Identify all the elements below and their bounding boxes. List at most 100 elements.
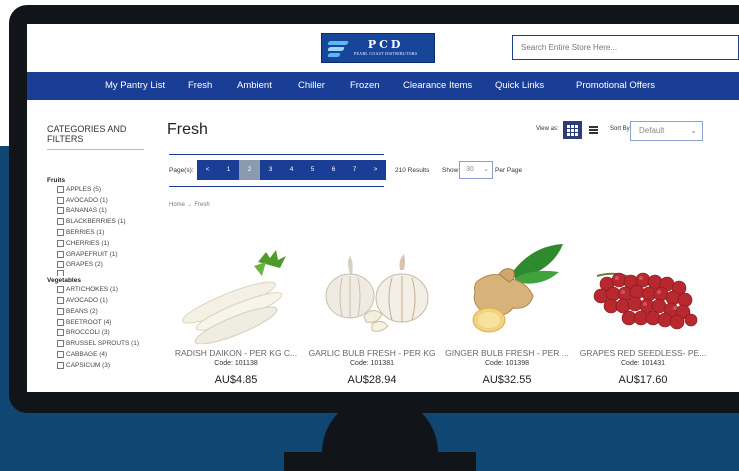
- checkbox[interactable]: [57, 250, 64, 258]
- filter-item[interactable]: CAPSICUM (3): [47, 360, 152, 371]
- ginger-image[interactable]: [441, 234, 573, 344]
- product-card[interactable]: GINGER BULB FRESH - PER ... Code: 101398…: [441, 234, 573, 392]
- nav-item-quick-links[interactable]: Quick Links: [495, 72, 544, 100]
- filter-item[interactable]: GRAPES (2): [47, 260, 152, 271]
- product-price: AU$4.85: [214, 374, 258, 386]
- view-as-label: View as:: [536, 126, 559, 132]
- filter-item[interactable]: APPLES (5): [47, 184, 152, 195]
- logo-swoosh-icon: [327, 39, 350, 57]
- nav-item-chiller[interactable]: Chiller: [298, 72, 325, 100]
- nav-item-promotional-offers[interactable]: Promotional Offers: [576, 72, 655, 100]
- filter-item[interactable]: BLACKBERRIES (1): [47, 216, 152, 227]
- sidebar: CATEGORIES AND FILTERS Fruits APPLES (5)…: [47, 124, 152, 392]
- sort-select[interactable]: Default ⌄: [630, 121, 703, 141]
- filter-item[interactable]: BERRIES (1): [47, 227, 152, 238]
- filter-item[interactable]: GRAPEFRUIT (1): [47, 249, 152, 260]
- product-card[interactable]: RADISH DAIKON - PER KG C... Code: 101138…: [170, 234, 302, 392]
- garlic-image[interactable]: [306, 234, 438, 344]
- filter-label: BEANS (2): [66, 307, 98, 315]
- checkbox[interactable]: [57, 318, 64, 326]
- show-label: Show: [442, 167, 459, 174]
- filter-group-vegetables: Vegetables: [47, 277, 81, 285]
- filter-item[interactable]: BEANS (2): [47, 306, 152, 317]
- filter-label: CAPSICUM (3): [66, 361, 111, 369]
- checkbox[interactable]: [57, 229, 64, 237]
- checkbox[interactable]: [57, 297, 64, 305]
- nav-item-clearance-items[interactable]: Clearance Items: [403, 72, 472, 100]
- per-page-select[interactable]: 30 ⌄: [459, 161, 493, 179]
- main-nav: My Pantry List Fresh Ambient Chiller Fro…: [27, 72, 739, 100]
- pager-page-7[interactable]: 7: [344, 160, 365, 180]
- filter-item[interactable]: CHERRIES (1): [47, 238, 152, 249]
- sort-by-label: Sort By: [610, 126, 630, 132]
- product-code: Code: 101381: [350, 360, 394, 367]
- daikon-radish-image[interactable]: [170, 234, 302, 344]
- product-card[interactable]: GARLIC BULB FRESH - PER KG Code: 101381 …: [306, 234, 438, 392]
- pager-page-5[interactable]: 5: [302, 160, 323, 180]
- filter-item[interactable]: BEETROOT (4): [47, 317, 152, 328]
- pager-prev-button[interactable]: <: [197, 160, 218, 180]
- pager-page-1[interactable]: 1: [218, 160, 239, 180]
- logo-title: PCD: [367, 38, 404, 51]
- filter-label: CABBAGE (4): [66, 351, 108, 359]
- checkbox[interactable]: [57, 340, 64, 348]
- list-view-icon[interactable]: [589, 126, 598, 134]
- product-price: AU$32.55: [482, 374, 532, 386]
- red-grapes-image[interactable]: [577, 234, 709, 344]
- pager-page-4[interactable]: 4: [281, 160, 302, 180]
- pager-page-6[interactable]: 6: [323, 160, 344, 180]
- product-code: Code: 101398: [485, 360, 529, 367]
- checkbox[interactable]: [57, 351, 64, 359]
- filter-label: ARTICHOKES (1): [66, 286, 118, 294]
- grid-view-icon[interactable]: [563, 121, 582, 139]
- checkbox[interactable]: [57, 270, 64, 277]
- chevron-down-icon: ⌄: [690, 126, 697, 135]
- checkbox[interactable]: [57, 218, 64, 226]
- product-card[interactable]: GRAPES RED SEEDLESS- PE... Code: 101431 …: [577, 234, 709, 392]
- search-input[interactable]: [512, 35, 739, 60]
- pager-page-2-active[interactable]: 2: [239, 160, 260, 180]
- product-price: AU$28.94: [347, 374, 397, 386]
- sidebar-divider: [47, 149, 144, 150]
- checkbox[interactable]: [57, 307, 64, 315]
- breadcrumb[interactable]: Home → Fresh: [169, 202, 210, 208]
- checkbox[interactable]: [57, 286, 64, 294]
- filter-item[interactable]: BANANAS (1): [47, 206, 152, 217]
- filter-label: BEETROOT (4): [66, 318, 112, 326]
- results-count: 210 Results: [395, 167, 430, 174]
- filter-item-clipped[interactable]: [47, 270, 152, 277]
- filter-item[interactable]: BRUSSEL SPROUTS (1): [47, 338, 152, 349]
- nav-item-my-pantry-list[interactable]: My Pantry List: [105, 72, 165, 100]
- pages-label: Page(s):: [169, 167, 194, 174]
- monitor-screen: PCD PEARL COAST DISTRIBUTORS My Pantry L…: [27, 24, 739, 392]
- product-name[interactable]: GARLIC BULB FRESH - PER KG: [306, 348, 438, 358]
- product-name[interactable]: GINGER BULB FRESH - PER ...: [441, 348, 573, 358]
- checkbox[interactable]: [57, 196, 64, 204]
- filter-item[interactable]: AVOCADO (1): [47, 295, 152, 306]
- checkbox[interactable]: [57, 207, 64, 215]
- filter-item[interactable]: CABBAGE (4): [47, 349, 152, 360]
- checkbox[interactable]: [57, 361, 64, 369]
- nav-item-frozen[interactable]: Frozen: [350, 72, 380, 100]
- chevron-down-icon: ⌄: [483, 166, 489, 173]
- pcd-logo[interactable]: PCD PEARL COAST DISTRIBUTORS: [321, 33, 435, 63]
- filter-item[interactable]: AVOCADO (1): [47, 195, 152, 206]
- filter-label: BANANAS (1): [66, 207, 107, 215]
- pager-next-button[interactable]: >: [365, 160, 386, 180]
- filter-item[interactable]: BROCCOLI (3): [47, 328, 152, 339]
- checkbox[interactable]: [57, 185, 64, 193]
- filter-label: AVOCADO (1): [66, 297, 108, 305]
- product-name[interactable]: GRAPES RED SEEDLESS- PE...: [577, 348, 709, 358]
- nav-item-fresh[interactable]: Fresh: [188, 72, 212, 100]
- pager-page-3[interactable]: 3: [260, 160, 281, 180]
- filter-item[interactable]: ARTICHOKES (1): [47, 284, 152, 295]
- nav-item-ambient[interactable]: Ambient: [237, 72, 272, 100]
- checkbox[interactable]: [57, 329, 64, 337]
- logo-text: PCD PEARL COAST DISTRIBUTORS: [354, 39, 417, 57]
- filter-label: BERRIES (1): [66, 229, 105, 237]
- filter-label: BROCCOLI (3): [66, 329, 110, 337]
- sort-value: Default: [639, 126, 665, 135]
- checkbox[interactable]: [57, 261, 64, 269]
- product-name[interactable]: RADISH DAIKON - PER KG C...: [170, 348, 302, 358]
- checkbox[interactable]: [57, 239, 64, 247]
